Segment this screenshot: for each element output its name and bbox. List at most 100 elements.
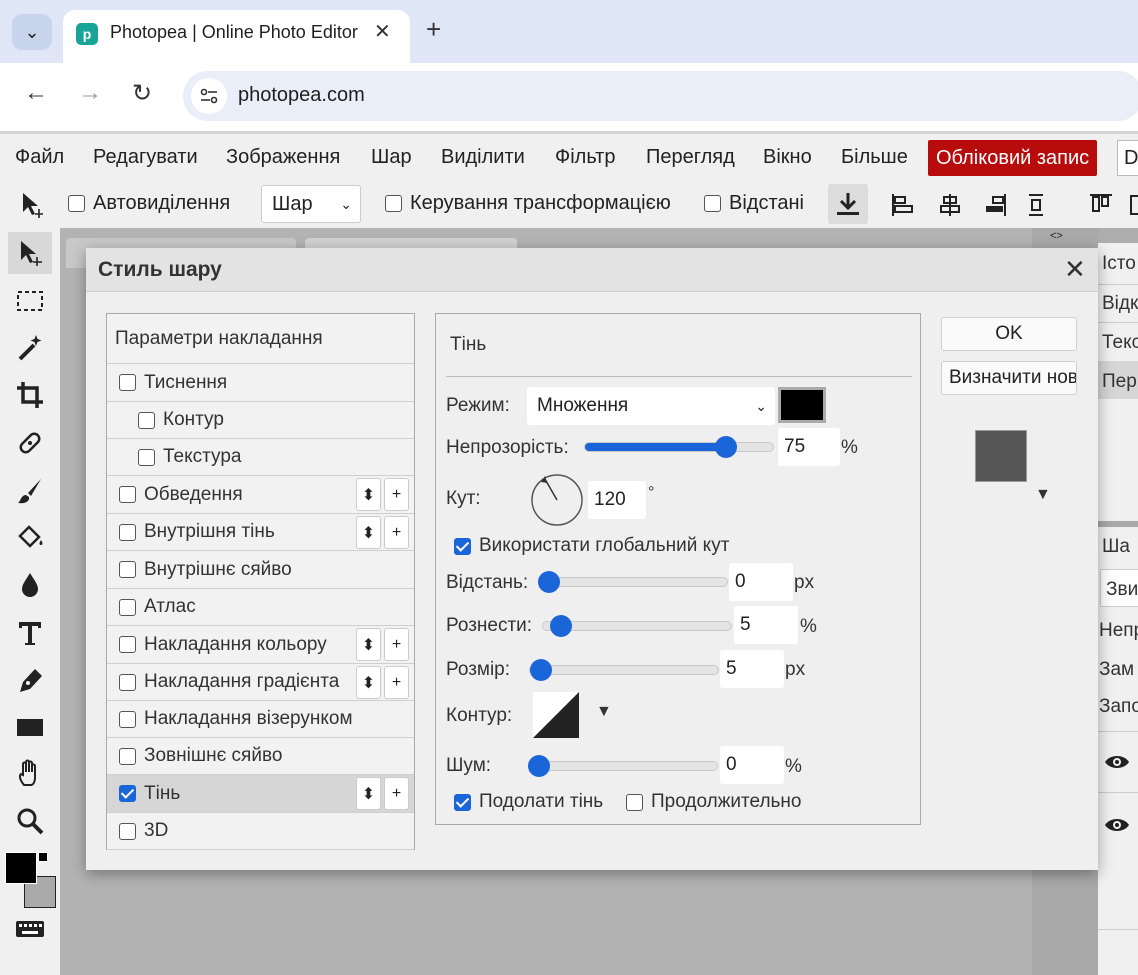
reorder-effect-icon[interactable]: ⬍: [356, 777, 381, 810]
browser-tab[interactable]: p Photopea | Online Photo Editor ✕: [63, 10, 410, 63]
effect-row[interactable]: Внутрішня тінь ⬍ +: [107, 514, 414, 551]
effect-checkbox[interactable]: [119, 561, 136, 578]
close-tab-icon[interactable]: ✕: [374, 19, 391, 44]
effect-row[interactable]: Тиснення: [107, 364, 414, 402]
effect-row[interactable]: Тінь ⬍ +: [107, 775, 414, 813]
noise-slider[interactable]: [528, 755, 718, 777]
effect-row[interactable]: Накладання візерунком: [107, 701, 414, 738]
knockout-option[interactable]: Подолати тінь: [454, 791, 603, 813]
opacity-input[interactable]: 75: [778, 428, 840, 466]
distribute-icon[interactable]: [1019, 188, 1053, 222]
expand-panels-icon[interactable]: <>: [1050, 230, 1063, 242]
distance-slider-thumb[interactable]: [538, 571, 560, 593]
noise-slider-thumb[interactable]: [528, 755, 550, 777]
zoom-tool-icon[interactable]: [8, 800, 52, 842]
healing-brush-tool-icon[interactable]: [8, 422, 52, 464]
move-tool-icon[interactable]: [8, 232, 52, 274]
new-tab-icon[interactable]: +: [426, 14, 441, 45]
marquee-tool-icon[interactable]: [8, 280, 52, 322]
forward-arrow-icon[interactable]: →: [78, 79, 102, 107]
opacity-slider[interactable]: [584, 436, 774, 458]
auto-select-checkbox[interactable]: [68, 195, 85, 212]
align-center-icon[interactable]: [933, 188, 967, 222]
spread-slider-thumb[interactable]: [550, 615, 572, 637]
effect-row[interactable]: 3D: [107, 813, 414, 850]
effect-checkbox[interactable]: [119, 785, 136, 802]
panel-tab-info[interactable]: Відк: [1102, 293, 1138, 315]
angle-dial[interactable]: [531, 474, 583, 526]
dialog-header[interactable]: Стиль шару ✕: [86, 248, 1098, 292]
type-tool-icon[interactable]: [8, 612, 52, 654]
new-style-button[interactable]: Визначити нові: [941, 361, 1077, 395]
distances-checkbox[interactable]: [704, 195, 721, 212]
effect-row[interactable]: Атлас: [107, 589, 414, 626]
distance-input[interactable]: 0: [729, 563, 793, 601]
distance-slider[interactable]: [538, 571, 728, 593]
add-effect-button[interactable]: +: [384, 666, 409, 699]
align-vcenter-icon[interactable]: [1122, 188, 1138, 222]
blend-mode-dropdown[interactable]: Множення ⌄: [527, 387, 775, 425]
menu-more[interactable]: Більше: [841, 146, 908, 169]
effect-checkbox[interactable]: [119, 636, 136, 653]
size-input[interactable]: 5: [720, 650, 784, 688]
layers-panel-title[interactable]: Ша: [1102, 536, 1130, 558]
layer-row[interactable]: [1098, 794, 1138, 930]
panel-tab-paragraph[interactable]: Пер: [1102, 371, 1137, 393]
panel-tab-text[interactable]: Текс: [1102, 332, 1138, 354]
menu-view[interactable]: Перегляд: [646, 146, 735, 169]
menu-layer[interactable]: Шар: [371, 146, 412, 169]
effect-checkbox[interactable]: [119, 598, 136, 616]
reorder-effect-icon[interactable]: ⬍: [356, 516, 381, 549]
shadow-color-swatch[interactable]: [778, 387, 826, 423]
close-icon[interactable]: ✕: [1064, 254, 1086, 285]
reload-icon[interactable]: ↻: [132, 79, 152, 108]
pen-tool-icon[interactable]: [8, 660, 52, 702]
align-top-icon[interactable]: [1084, 188, 1118, 222]
effect-row[interactable]: Текстура: [107, 439, 414, 476]
blur-tool-icon[interactable]: [8, 564, 52, 606]
auto-select-option[interactable]: Автовиділення: [68, 192, 230, 215]
menu-filter[interactable]: Фільтр: [555, 146, 615, 169]
auto-select-target-dropdown[interactable]: Шар ⌄: [261, 185, 361, 223]
add-effect-button[interactable]: +: [384, 478, 409, 511]
crop-tool-icon[interactable]: [8, 374, 52, 416]
align-left-icon[interactable]: [886, 188, 920, 222]
transform-controls-option[interactable]: Керування трансформацією: [385, 192, 671, 215]
contour-dropdown-arrow-icon[interactable]: ▼: [596, 703, 612, 721]
shape-tool-icon[interactable]: [8, 706, 52, 748]
back-arrow-icon[interactable]: ←: [24, 79, 48, 107]
menu-window[interactable]: Вікно: [763, 146, 812, 169]
address-bar[interactable]: photopea.com: [183, 71, 1138, 121]
effect-row[interactable]: Зовнішнє сяйво: [107, 738, 414, 775]
effect-row[interactable]: Параметри накладання: [107, 314, 414, 364]
continuous-checkbox[interactable]: [626, 793, 643, 811]
knockout-checkbox[interactable]: [454, 793, 471, 811]
language-button[interactable]: De: [1117, 140, 1138, 176]
spread-slider[interactable]: [542, 615, 732, 637]
brush-tool-icon[interactable]: [8, 470, 52, 512]
reorder-effect-icon[interactable]: ⬍: [356, 628, 381, 661]
default-colors-icon[interactable]: [38, 852, 48, 862]
continuous-option[interactable]: Продолжительно: [626, 791, 802, 813]
effect-checkbox[interactable]: [119, 374, 136, 391]
add-effect-button[interactable]: +: [384, 628, 409, 661]
site-settings-icon[interactable]: [191, 78, 227, 114]
foreground-color-swatch[interactable]: [5, 852, 37, 884]
hand-tool-icon[interactable]: [8, 752, 52, 794]
paint-bucket-tool-icon[interactable]: [8, 516, 52, 558]
effect-row[interactable]: Внутрішнє сяйво: [107, 551, 414, 589]
size-slider-thumb[interactable]: [530, 659, 552, 681]
align-right-icon[interactable]: [978, 188, 1012, 222]
preview-dropdown-arrow-icon[interactable]: ▼: [1035, 486, 1051, 504]
layer-visibility-eye-icon[interactable]: [1104, 753, 1130, 776]
panel-tab-history[interactable]: Істо: [1102, 253, 1136, 275]
opacity-slider-thumb[interactable]: [715, 436, 737, 458]
effect-checkbox[interactable]: [119, 523, 136, 541]
global-angle-checkbox[interactable]: [454, 537, 471, 555]
magic-wand-tool-icon[interactable]: [8, 326, 52, 368]
add-effect-button[interactable]: +: [384, 516, 409, 549]
effect-checkbox[interactable]: [119, 673, 136, 691]
effect-checkbox[interactable]: [119, 486, 136, 503]
add-effect-button[interactable]: +: [384, 777, 409, 810]
size-slider[interactable]: [529, 659, 719, 681]
